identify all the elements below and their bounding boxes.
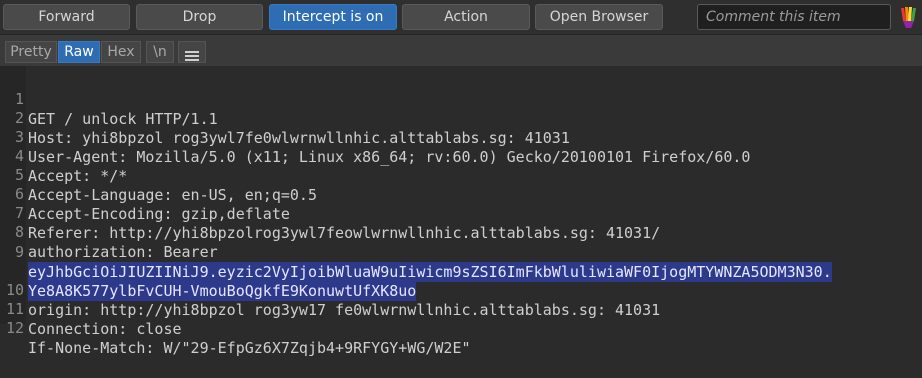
request-line: 7 Referer: http://yhi8bpzolrog3ywl7feowl…	[0, 183, 660, 242]
drop-button[interactable]: Drop	[136, 4, 263, 30]
line-text: Accept: */*	[28, 167, 128, 185]
request-line: 5 Accept-Language: en-US, en;q=0.5	[0, 145, 317, 204]
comment-input[interactable]: Comment this item	[697, 4, 891, 30]
line-text: Connection: close	[28, 320, 182, 338]
selected-token-text: Ye8A8K577ylbFvCUH-VmouBoQgkfE9KonuwtUfXK…	[28, 281, 417, 301]
request-editor[interactable]: 1 GET / unlock HTTP/1.1 2 Host: yhi8bpzo…	[0, 66, 922, 357]
toolbar: Forward Drop Intercept is on Action Open…	[0, 0, 922, 34]
line-text: authorization: Bearer	[28, 243, 218, 261]
request-line: 12 If-None-Match: W/"29-EfpGz6X7Zqjb4+9R…	[0, 298, 471, 357]
request-line: 1 GET / unlock HTTP/1.1	[0, 69, 218, 128]
selected-token-text: eyJhbGciOiJIUZIINiJ9.eyzic2VyIjoibWluaW9…	[28, 262, 832, 282]
line-text: Host: yhi8bpzol rog3ywl7fe0wlwrnwllnhic.…	[28, 129, 570, 147]
line-text: User-Agent: Mozilla/5.0 (x11; Linux x86_…	[28, 148, 751, 166]
line-text: If-None-Match: W/"29-EfpGz6X7Zqjb4+9RFYG…	[28, 339, 471, 357]
forward-button[interactable]: Forward	[3, 4, 130, 30]
line-text: Accept-Language: en-US, en;q=0.5	[28, 186, 317, 204]
hamburger-menu-icon[interactable]	[178, 41, 206, 63]
request-line: 10 origin: http://yhi8bpzol rog3yw17 fe0…	[0, 260, 660, 319]
line-text: Referer: http://yhi8bpzolrog3ywl7feowlwr…	[28, 224, 661, 242]
action-button[interactable]: Action	[402, 4, 530, 30]
open-browser-button[interactable]: Open Browser	[535, 4, 663, 30]
highlight-color-icon[interactable]	[899, 5, 919, 29]
request-line: 6 Accept-Encoding: gzip,deflate	[0, 164, 290, 223]
intercept-toggle-button[interactable]: Intercept is on	[269, 4, 397, 30]
request-line: 9 eyJhbGciOiJIUZIINiJ9.eyzic2VyIjoibWlua…	[0, 222, 832, 282]
line-text: GET / unlock HTTP/1.1	[28, 110, 218, 128]
request-line: 8 authorization: Bearer	[0, 202, 218, 261]
request-line: 2 Host: yhi8bpzol rog3ywl7fe0wlwrnwllnhi…	[0, 88, 570, 147]
line-text: origin: http://yhi8bpzol rog3yw17 fe0wlw…	[28, 301, 661, 319]
tab-pretty[interactable]: Pretty	[5, 41, 57, 63]
line-text: Accept-Encoding: gzip,deflate	[28, 205, 290, 223]
tab-raw[interactable]: Raw	[58, 41, 100, 63]
request-line: 4 Accept: */*	[0, 126, 127, 185]
request-line: Ye8A8K577ylbFvCUH-VmouBoQgkfE9KonuwtUfXK…	[0, 241, 417, 301]
line-number: 12	[5, 319, 24, 337]
newline-toggle-button[interactable]: \n	[146, 41, 174, 63]
tab-hex[interactable]: Hex	[101, 41, 141, 63]
request-line: 11 Connection: close	[0, 279, 182, 338]
message-view-tabs: Pretty Raw Hex \n	[0, 34, 922, 66]
request-line: 3 User-Agent: Mozilla/5.0 (x11; Linux x8…	[0, 107, 751, 166]
